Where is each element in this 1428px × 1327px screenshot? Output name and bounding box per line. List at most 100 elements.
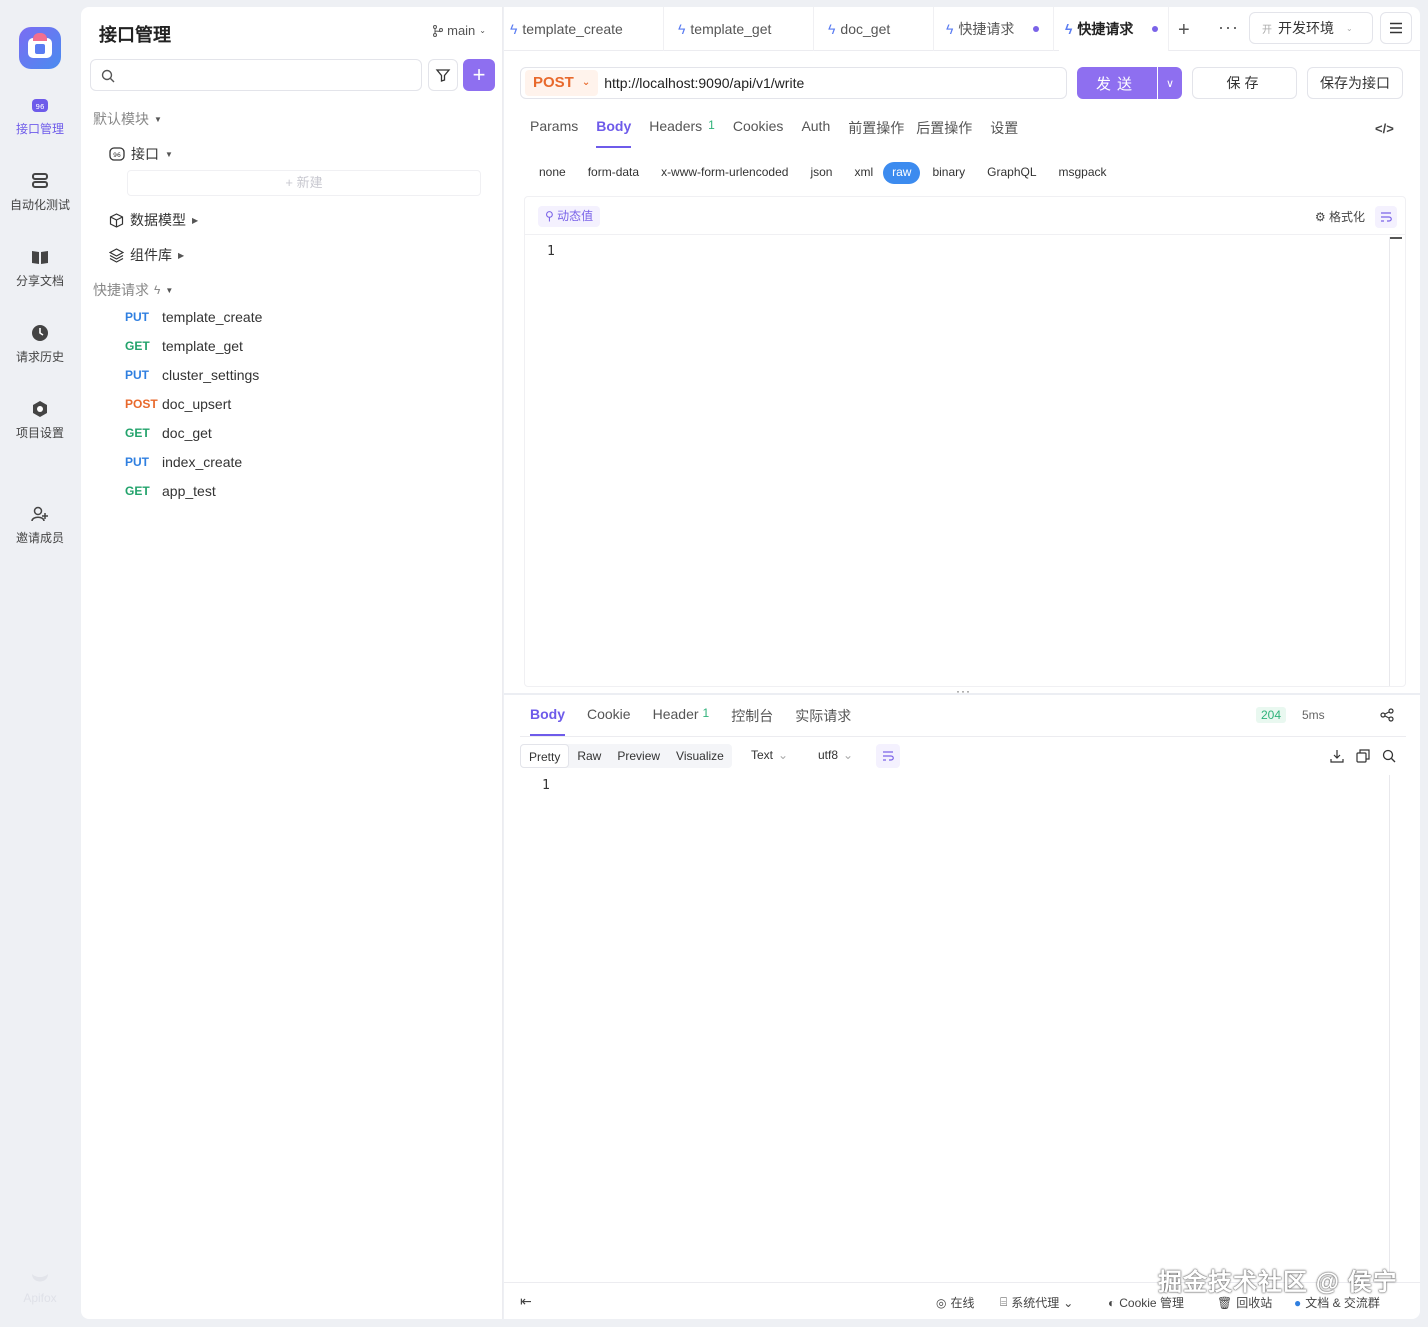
tab-label: 快捷请求 xyxy=(1077,21,1134,37)
tab-quick-request[interactable]: ϟ 快捷请求 xyxy=(940,7,1054,51)
tab-post-processors[interactable]: 后置操作 xyxy=(916,118,972,148)
download-icon[interactable] xyxy=(1330,749,1344,763)
body-type-json[interactable]: json xyxy=(810,162,832,184)
tab-headers[interactable]: Headers 1 xyxy=(649,118,715,148)
response-time: 5ms xyxy=(1302,708,1325,722)
save-as-api-button[interactable]: 保存为接口 xyxy=(1307,67,1403,99)
send-dropdown-button[interactable]: ∨ xyxy=(1158,67,1182,99)
save-button[interactable]: 保存 xyxy=(1192,67,1297,99)
rail-item-project-settings[interactable]: 项目设置 xyxy=(0,400,80,441)
more-icon[interactable]: ··· xyxy=(1218,17,1239,38)
response-scrollbar[interactable] xyxy=(1389,775,1401,1275)
body-type-raw[interactable]: raw xyxy=(883,162,921,184)
tab-cookies[interactable]: Cookies xyxy=(733,118,784,148)
tab-template-create[interactable]: ϟ template_create xyxy=(504,7,664,51)
rail-item-invite[interactable]: 邀请成员 xyxy=(0,505,80,546)
body-type-urlencoded[interactable]: x-www-form-urlencoded xyxy=(661,162,788,184)
rtab-label: Header xyxy=(652,706,699,722)
body-type-binary[interactable]: binary xyxy=(932,162,965,184)
encoding-select[interactable]: utf8 ⌄ xyxy=(818,748,853,762)
format-button[interactable]: ⚙ 格式化 xyxy=(1315,208,1365,225)
request-item[interactable]: PUT index_create xyxy=(125,454,242,470)
rail-item-automation[interactable]: 自动化测试 xyxy=(0,172,80,213)
collapse-sidebar-icon[interactable]: ⇤ xyxy=(520,1293,532,1310)
request-item[interactable]: PUT cluster_settings xyxy=(125,367,259,383)
response-tools xyxy=(1330,749,1396,763)
tab-label: template_get xyxy=(690,21,772,37)
code-icon[interactable]: </> xyxy=(1375,121,1394,136)
tree-components[interactable]: 组件库 ▶ xyxy=(109,245,184,265)
search-input[interactable] xyxy=(90,59,422,91)
tab-auth[interactable]: Auth xyxy=(801,118,830,148)
language-select[interactable]: Text ⌄ xyxy=(751,748,788,762)
view-preview[interactable]: Preview xyxy=(609,744,668,768)
method-label: POST xyxy=(125,397,158,411)
wrap-icon[interactable] xyxy=(876,744,900,768)
body-type-graphql[interactable]: GraphQL xyxy=(987,162,1036,184)
rail-item-share-docs[interactable]: 分享文档 xyxy=(0,248,80,289)
tab-pre-processors[interactable]: 前置操作 xyxy=(848,118,904,148)
tree-default-module[interactable]: 默认模块 ▼ xyxy=(93,109,162,129)
editor-scrollbar[interactable] xyxy=(1389,237,1402,686)
proxy-selector[interactable]: ⌸ 系统代理 ⌄ xyxy=(1000,1294,1073,1311)
share-icon[interactable] xyxy=(1380,708,1394,727)
tab-quick-request-active[interactable]: ϟ 快捷请求 xyxy=(1059,7,1169,51)
drag-handle-icon[interactable]: ··· xyxy=(956,684,971,698)
request-item[interactable]: POST doc_upsert xyxy=(125,396,231,412)
send-button[interactable]: 发送 xyxy=(1077,67,1157,99)
body-type-msgpack[interactable]: msgpack xyxy=(1059,162,1107,184)
tab-params[interactable]: Params xyxy=(530,118,578,148)
subtab-label: 设置 xyxy=(990,120,1019,136)
env-label: 开发环境 xyxy=(1278,20,1334,36)
filter-button[interactable] xyxy=(428,59,458,91)
tab-body[interactable]: Body xyxy=(596,118,632,148)
branch-selector[interactable]: main ⌄ xyxy=(433,23,486,38)
tab-response-body[interactable]: Body xyxy=(530,706,565,736)
tab-doc-get[interactable]: ϟ doc_get xyxy=(822,7,934,51)
tab-response-header[interactable]: Header 1 xyxy=(653,706,710,736)
body-type-xml[interactable]: xml xyxy=(854,162,873,184)
request-item[interactable]: GET doc_get xyxy=(125,425,212,441)
response-tabs: Body Cookie Header 1 控制台 实际请求 xyxy=(530,706,873,736)
wrap-icon[interactable] xyxy=(1375,206,1397,228)
new-tab-button[interactable]: + xyxy=(1178,19,1190,42)
tab-response-cookie[interactable]: Cookie xyxy=(587,706,631,736)
tab-actual-request[interactable]: 实际请求 xyxy=(795,706,851,736)
rail-item-history[interactable]: 请求历史 xyxy=(0,324,80,365)
new-api-button[interactable]: + 新建 xyxy=(127,170,481,196)
body-type-form-data[interactable]: form-data xyxy=(588,162,639,184)
language-label: Text xyxy=(751,748,774,762)
encoding-label: utf8 xyxy=(818,748,839,762)
view-raw[interactable]: Raw xyxy=(569,744,609,768)
tree-data-model[interactable]: 数据模型 ▶ xyxy=(109,210,198,230)
request-item[interactable]: GET template_get xyxy=(125,338,243,354)
view-visualize[interactable]: Visualize xyxy=(668,744,732,768)
tab-console[interactable]: 控制台 xyxy=(731,706,773,736)
rail-item-api-management[interactable]: 96 接口管理 xyxy=(0,96,80,137)
tree-api-folder[interactable]: 96 接口 ▼ xyxy=(109,144,173,164)
menu-button[interactable] xyxy=(1380,12,1412,44)
tree-quick-requests[interactable]: 快捷请求 ϟ ▼ xyxy=(93,280,173,300)
request-item[interactable]: PUT template_create xyxy=(125,309,262,325)
rail-label: 请求历史 xyxy=(15,350,64,364)
body-editor[interactable]: ⚲ 动态值 ⚙ 格式化 1 xyxy=(524,196,1406,687)
tab-settings[interactable]: 设置 xyxy=(990,118,1018,148)
copy-icon[interactable] xyxy=(1356,749,1370,763)
search-icon xyxy=(101,69,115,83)
unsaved-dot xyxy=(1033,26,1040,32)
method-label: PUT xyxy=(125,455,149,469)
app-logo[interactable] xyxy=(19,27,61,69)
url-input[interactable]: http://localhost:9090/api/v1/write xyxy=(604,75,804,91)
filter-icon xyxy=(435,69,451,82)
online-status[interactable]: ◎ 在线 xyxy=(936,1294,975,1311)
search-icon[interactable] xyxy=(1382,749,1396,763)
body-type-none[interactable]: none xyxy=(539,162,566,184)
add-button[interactable]: + xyxy=(463,59,495,91)
request-item[interactable]: GET app_test xyxy=(125,483,216,499)
environment-selector[interactable]: 开 开发环境 ⌄ xyxy=(1249,12,1373,44)
method-selector[interactable]: POST ⌄ xyxy=(525,70,599,96)
trash-icon: 🗑 xyxy=(1217,1295,1233,1310)
tab-template-get[interactable]: ϟ template_get xyxy=(672,7,814,51)
view-pretty[interactable]: Pretty xyxy=(520,744,570,768)
dynamic-value-button[interactable]: ⚲ 动态值 xyxy=(538,206,601,227)
